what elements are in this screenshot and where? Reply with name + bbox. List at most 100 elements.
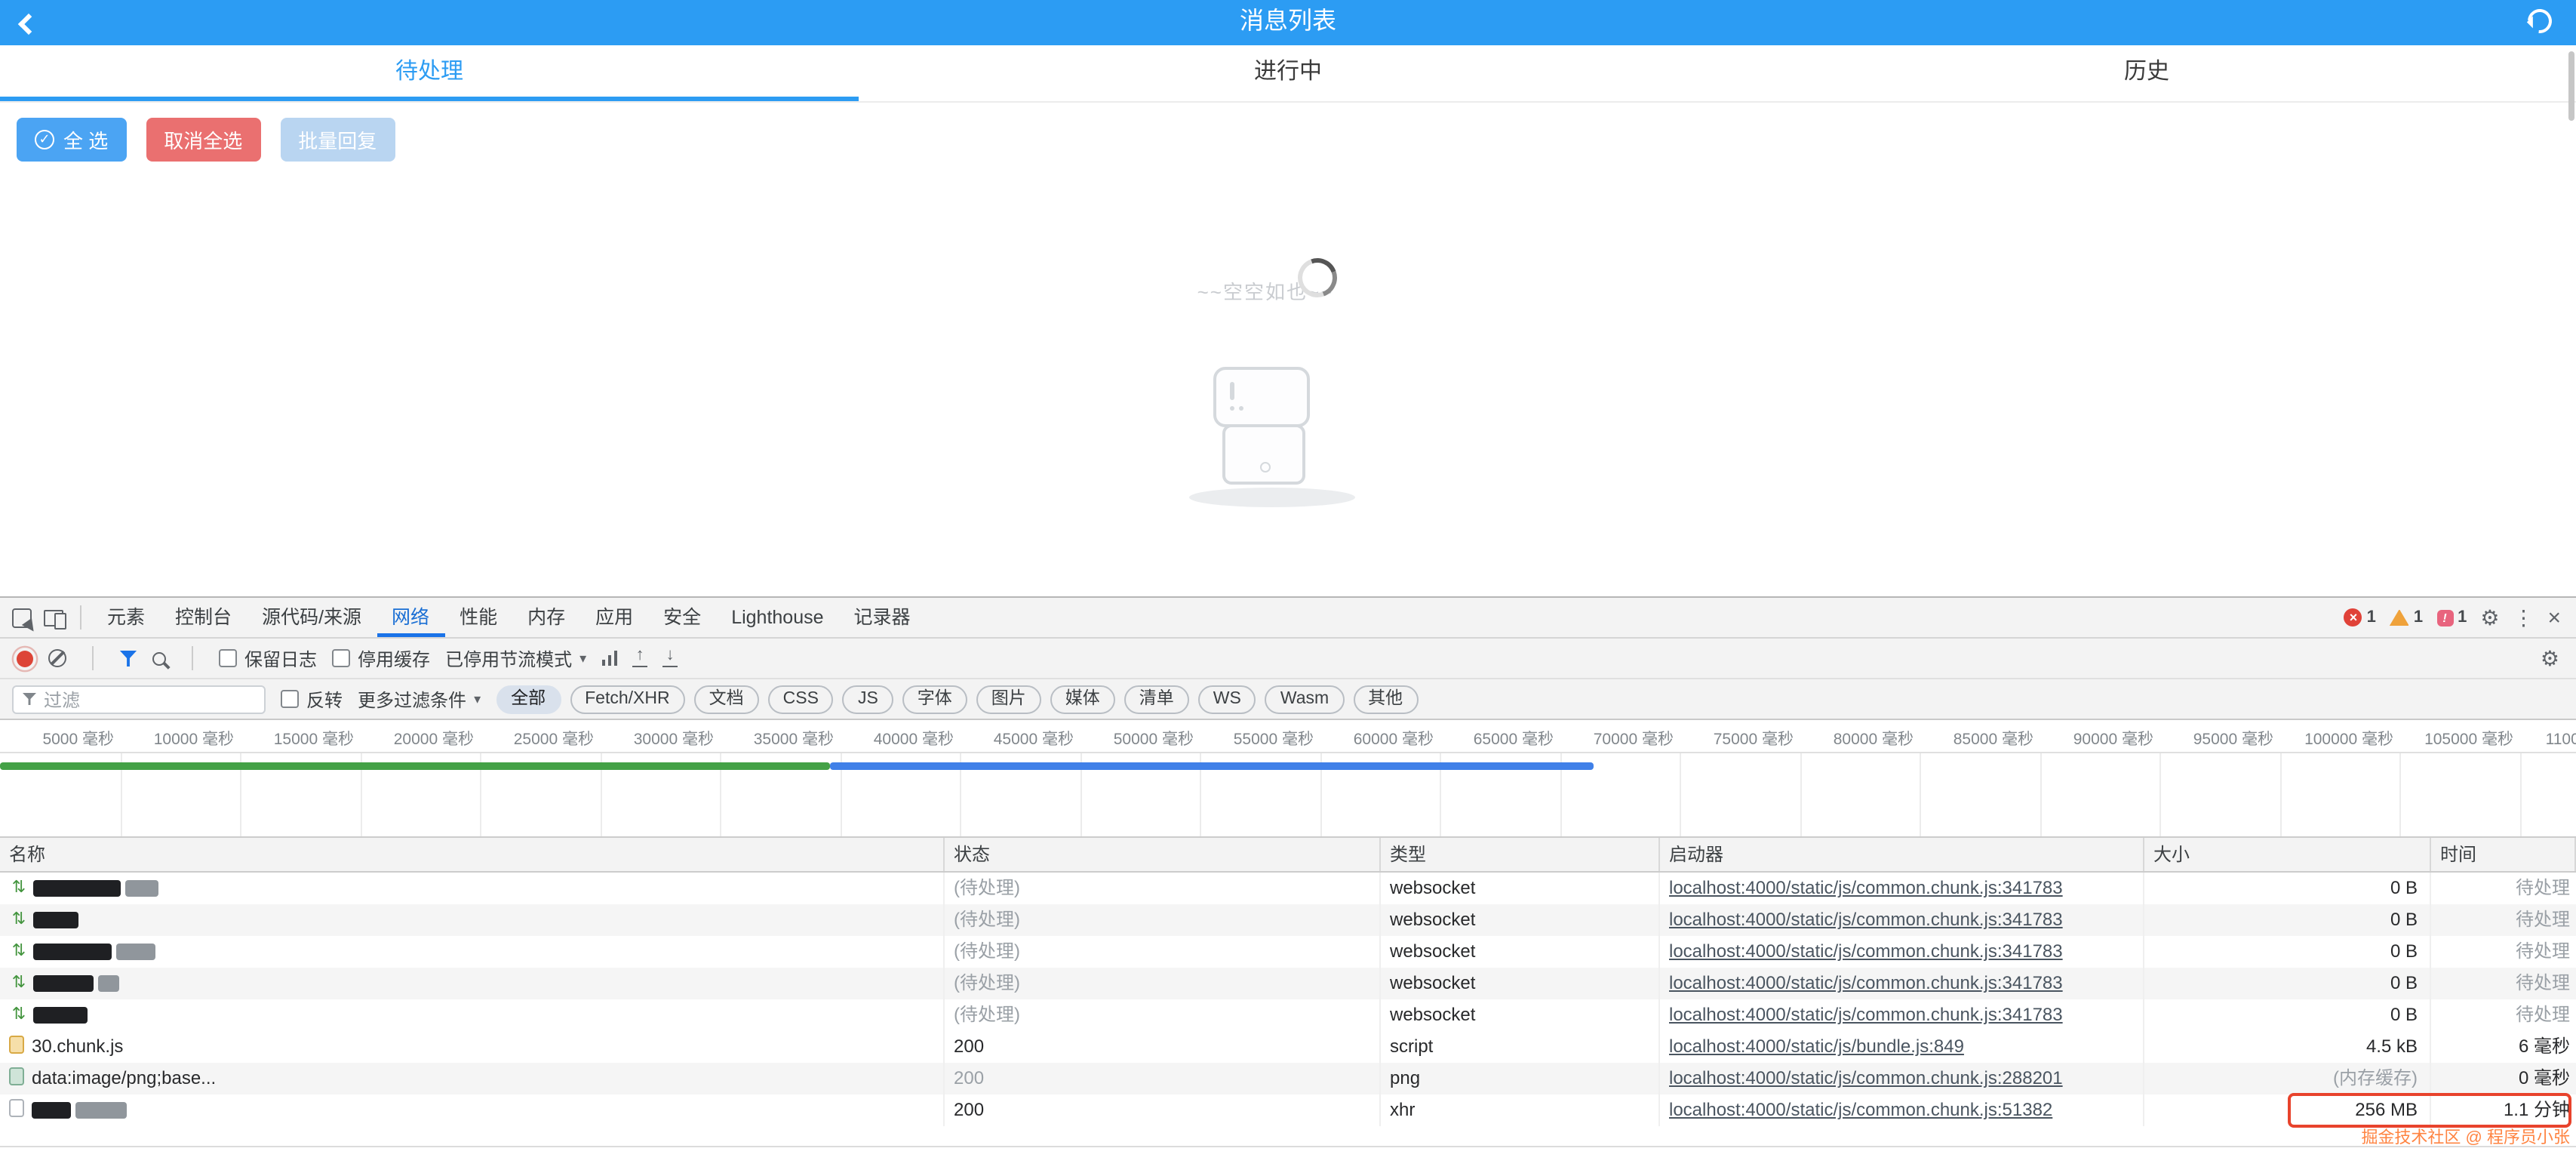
devtools-tab-5[interactable]: 内存 (512, 598, 580, 637)
initiator-link[interactable]: localhost:4000/static/js/common.chunk.js… (1669, 972, 2063, 993)
devtools-tab-6[interactable]: 应用 (580, 598, 648, 637)
network-request-row[interactable]: ⇅(待处理)websocketlocalhost:4000/static/js/… (0, 904, 2576, 936)
invert-filter-checkbox[interactable]: 反转 (281, 686, 343, 712)
filter-toggle-icon[interactable] (119, 650, 137, 667)
checkbox-icon (281, 690, 299, 708)
timeline-overview[interactable] (0, 753, 2576, 838)
error-count: 1 (2367, 608, 2376, 626)
filter-pill-4[interactable]: JS (843, 685, 893, 713)
network-request-row[interactable]: ⇅(待处理)websocketlocalhost:4000/static/js/… (0, 999, 2576, 1031)
column-header-0[interactable]: 名称 (0, 838, 945, 871)
column-header-4[interactable]: 大小 (2144, 838, 2431, 871)
column-header-5[interactable]: 时间 (2431, 838, 2576, 871)
disable-cache-label: 停用缓存 (358, 645, 430, 671)
refresh-button[interactable] (2528, 9, 2555, 36)
filter-pill-10[interactable]: Wasm (1265, 685, 1344, 713)
filter-pill-2[interactable]: 文档 (694, 685, 759, 713)
filter-pill-3[interactable]: CSS (768, 685, 834, 713)
devtools-tab-1[interactable]: 控制台 (160, 598, 247, 637)
initiator-link[interactable]: localhost:4000/static/js/common.chunk.js… (1669, 1004, 2063, 1025)
error-count-badge[interactable]: × 1 (2344, 608, 2376, 626)
preserve-log-checkbox[interactable]: 保留日志 (219, 645, 317, 671)
search-icon[interactable] (152, 651, 166, 665)
throttling-dropdown[interactable]: 已停用节流模式 ▾ (445, 645, 586, 671)
network-request-row[interactable]: 200xhrlocalhost:4000/static/js/common.ch… (0, 1094, 2576, 1126)
devtools-tab-8[interactable]: Lighthouse (716, 598, 838, 637)
initiator-link[interactable]: localhost:4000/static/js/common.chunk.js… (1669, 909, 2063, 930)
initiator-link[interactable]: localhost:4000/static/js/common.chunk.js… (1669, 940, 2063, 962)
request-initiator-cell: localhost:4000/static/js/common.chunk.js… (1660, 873, 2144, 904)
devtools-tab-3[interactable]: 网络 (377, 598, 444, 637)
device-toolbar-icon[interactable] (44, 609, 63, 626)
filter-pill-8[interactable]: 清单 (1124, 685, 1189, 713)
cancel-select-button[interactable]: 取消全选 (146, 118, 260, 162)
network-conditions-icon[interactable] (601, 651, 617, 666)
filter-pill-11[interactable]: 其他 (1353, 685, 1418, 713)
inspect-element-icon[interactable] (12, 608, 32, 627)
export-har-button[interactable]: ↓ (662, 649, 678, 667)
filter-pill-9[interactable]: WS (1198, 685, 1256, 713)
column-header-2[interactable]: 类型 (1381, 838, 1660, 871)
request-initiator-cell: localhost:4000/static/js/common.chunk.js… (1660, 936, 2144, 968)
request-name-cell: ⇅ (0, 968, 945, 999)
initiator-link[interactable]: localhost:4000/static/js/common.chunk.js… (1669, 1067, 2063, 1088)
network-settings-gear-icon[interactable]: ⚙ (2541, 648, 2559, 669)
network-request-row[interactable]: ⇅(待处理)websocketlocalhost:4000/static/js/… (0, 936, 2576, 968)
request-name-cell: ⇅ (0, 904, 945, 936)
record-network-log-button[interactable] (17, 650, 33, 667)
column-header-3[interactable]: 启动器 (1660, 838, 2144, 871)
request-type-cell: websocket (1381, 968, 1660, 999)
websocket-icon: ⇅ (9, 905, 29, 936)
more-filters-dropdown[interactable]: 更多过滤条件 ▾ (358, 686, 481, 712)
request-time-cell: 6 毫秒 (2431, 1031, 2576, 1063)
issues-count-badge[interactable]: ! 1 (2436, 608, 2467, 626)
settings-gear-icon[interactable]: ⚙ (2480, 607, 2499, 628)
timeline-tick: 60000 毫秒 (1322, 728, 1434, 750)
batch-reply-button[interactable]: 批量回复 (280, 118, 395, 162)
clear-network-log-button[interactable] (48, 649, 66, 667)
devtools-tab-0[interactable]: 元素 (92, 598, 160, 637)
redacted-name (33, 944, 112, 961)
network-request-row[interactable]: ⇅(待处理)websocketlocalhost:4000/static/js/… (0, 968, 2576, 999)
gridline (1800, 753, 1801, 836)
app-tab-2[interactable]: 历史 (1717, 45, 2576, 101)
app-tab-0[interactable]: 待处理 (0, 45, 859, 101)
filter-pill-5[interactable]: 字体 (902, 685, 967, 713)
disable-cache-checkbox[interactable]: 停用缓存 (332, 645, 430, 671)
warning-count-badge[interactable]: 1 (2390, 608, 2423, 626)
devtools-tab-4[interactable]: 性能 (444, 598, 512, 637)
select-all-button[interactable]: ✓ 全 选 (17, 118, 126, 162)
devtools-tab-2[interactable]: 源代码/来源 (247, 598, 377, 637)
close-devtools-icon[interactable]: × (2547, 606, 2561, 629)
network-request-row[interactable]: ⇅(待处理)websocketlocalhost:4000/static/js/… (0, 873, 2576, 904)
gridline (2519, 753, 2521, 836)
empty-state-text: ~~空空如也~~ (0, 276, 2576, 305)
request-status-cell: (待处理) (945, 873, 1381, 904)
batch-reply-label: 批量回复 (298, 125, 377, 154)
websocket-icon: ⇅ (9, 1000, 29, 1031)
app-tab-bar: 待处理进行中历史 (0, 45, 2576, 103)
devtools-tab-7[interactable]: 安全 (648, 598, 716, 637)
network-request-row[interactable]: 30.chunk.js200scriptlocalhost:4000/stati… (0, 1031, 2576, 1063)
app-tab-1[interactable]: 进行中 (859, 45, 1717, 101)
redacted-name (125, 881, 158, 897)
scrollbar[interactable] (2568, 51, 2574, 121)
initiator-link[interactable]: localhost:4000/static/js/common.chunk.js… (1669, 1099, 2052, 1120)
filter-pill-7[interactable]: 媒体 (1050, 685, 1115, 713)
devtools-panel: 元素控制台源代码/来源网络性能内存应用安全Lighthouse记录器 × 1 1… (0, 596, 2576, 1174)
request-size-cell: 4.5 kB (2144, 1031, 2431, 1063)
signal-bar (607, 655, 611, 666)
devtools-tab-9[interactable]: 记录器 (839, 598, 926, 637)
initiator-link[interactable]: localhost:4000/static/js/common.chunk.js… (1669, 877, 2063, 898)
network-request-row[interactable]: data:image/png;base...200pnglocalhost:40… (0, 1063, 2576, 1094)
initiator-link[interactable]: localhost:4000/static/js/bundle.js:849 (1669, 1036, 1964, 1057)
network-filter-input[interactable]: 过滤 (12, 685, 266, 713)
request-size-cell: 0 B (2144, 936, 2431, 968)
kebab-menu-icon[interactable]: ⋮ (2513, 607, 2534, 628)
check-circle-icon: ✓ (35, 130, 54, 149)
import-har-button[interactable]: ↑ (632, 649, 647, 667)
filter-pill-1[interactable]: Fetch/XHR (570, 685, 685, 713)
filter-pill-0[interactable]: 全部 (496, 685, 561, 713)
filter-pill-6[interactable]: 图片 (976, 685, 1041, 713)
column-header-1[interactable]: 状态 (945, 838, 1381, 871)
